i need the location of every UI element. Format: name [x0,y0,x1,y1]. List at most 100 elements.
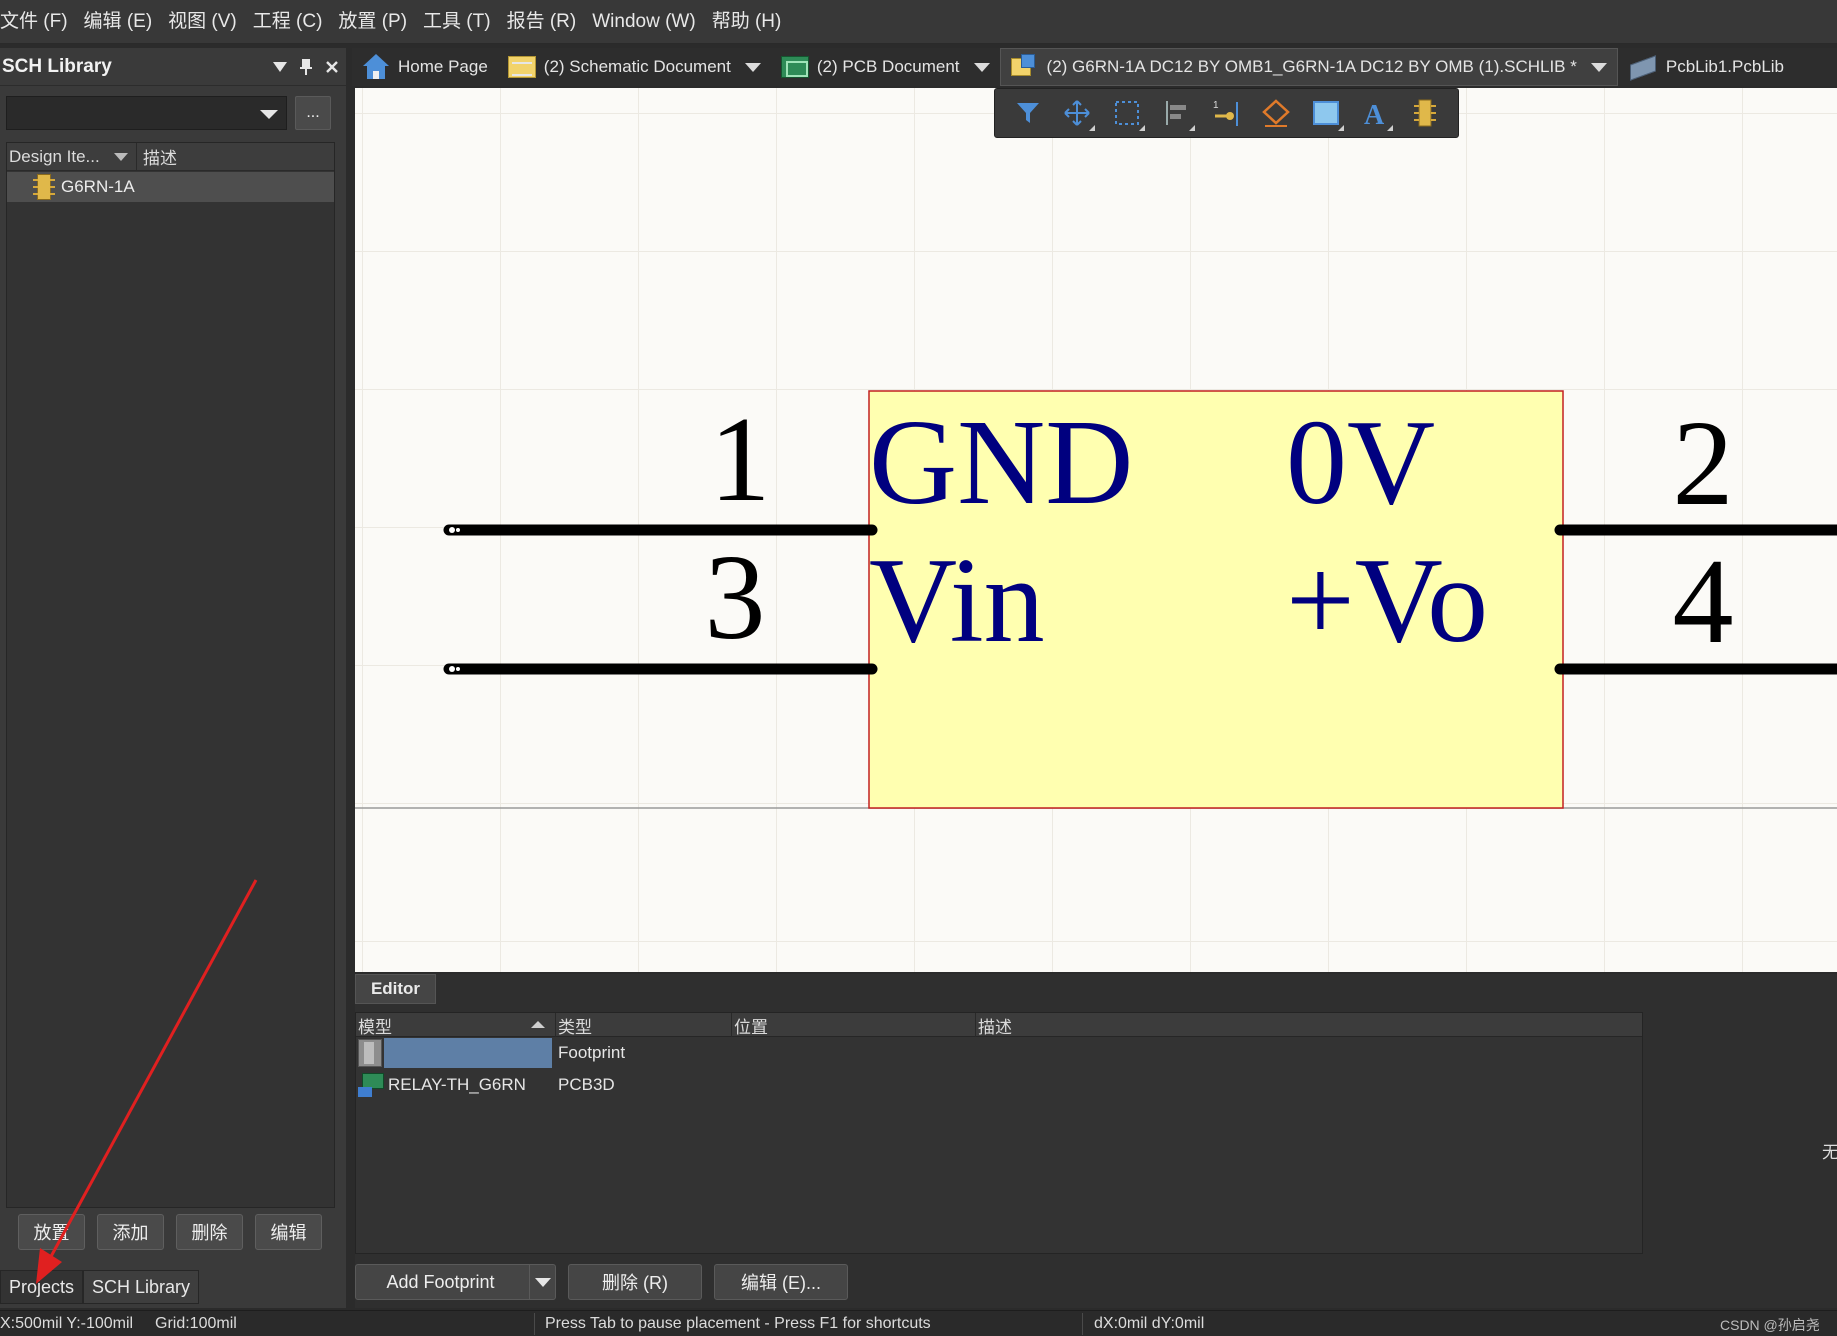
model-type-cell: PCB3D [558,1075,615,1094]
model-name-cell[interactable] [384,1038,552,1068]
svg-text:A: A [1364,100,1385,128]
model-type-cell: Footprint [558,1043,626,1062]
menu-project[interactable]: 工程 (C) [245,0,331,44]
schematic-canvas[interactable]: 1 3 2 4 GND Vin 0V +Vo [355,88,1837,972]
library-filter-select[interactable] [6,96,287,130]
table-row[interactable]: RELAY-TH_G6RN PCB3D [356,1069,1642,1101]
pin-place-icon[interactable]: 1 [1206,93,1246,133]
polygon-icon[interactable] [1256,93,1296,133]
panel-header: SCH Library [0,48,346,86]
part-icon[interactable] [1405,93,1445,133]
edit-model-button[interactable]: 编辑 (E)... [714,1264,848,1300]
column-location[interactable]: 位置 [732,1013,976,1037]
tab-schematic-document[interactable]: (2) Schematic Document [498,48,771,86]
editor-panel: Editor 模型 类型 位置 描述 Footprint RELAY-TH_G6… [355,974,1837,1308]
tab-pcb-label: (2) PCB Document [816,57,960,76]
filter-icon[interactable] [1008,93,1048,133]
sort-ascending-icon [531,1021,545,1028]
table-row[interactable]: Footprint [356,1037,1642,1069]
svg-text:1: 1 [1213,100,1219,111]
tab-schlib-document[interactable]: (2) G6RN-1A DC12 BY OMB1_G6RN-1A DC12 BY… [999,48,1618,86]
pin-4-name: +Vo [1286,533,1488,668]
list-header: Design Ite... 描述 [7,142,334,171]
column-description[interactable]: 描述 [137,144,177,169]
browse-button[interactable]: ... [295,96,331,130]
component-icon [33,174,55,200]
list-item[interactable]: G6RN-1A [7,172,334,202]
side-label: 无 [1822,1143,1837,1162]
tab-pcblib[interactable]: PcbLib1.PcbLib [1618,48,1794,86]
column-type[interactable]: 类型 [556,1013,732,1037]
tab-home-page[interactable]: Home Page [352,48,498,86]
chevron-down-icon[interactable] [529,1265,555,1299]
add-footprint-label: Add Footprint [386,1271,495,1292]
add-footprint-button[interactable]: Add Footprint [355,1264,556,1300]
menu-edit[interactable]: 编辑 (E) [76,0,161,44]
move-icon[interactable] [1057,93,1097,133]
close-icon[interactable] [320,55,344,79]
pin-4-number: 4 [1673,534,1734,669]
table-header: 模型 类型 位置 描述 [356,1013,1642,1037]
schematic-icon [507,56,536,78]
status-delta: dX:0mil dY:0mil [1094,1315,1205,1332]
panel-title: SCH Library [2,55,112,77]
pin-1-number: 1 [710,392,771,527]
status-message: Press Tab to pause placement - Press F1 … [545,1315,931,1332]
model-name-cell: RELAY-TH_G6RN [388,1075,526,1094]
select-icon[interactable] [1107,93,1147,133]
menu-tools[interactable]: 工具 (T) [415,0,499,44]
menubar: 文件 (F) 编辑 (E) 视图 (V) 工程 (C) 放置 (P) 工具 (T… [0,0,1837,44]
menu-help[interactable]: 帮助 (H) [704,0,790,44]
align-icon[interactable] [1157,93,1197,133]
pcb3d-icon [358,1073,386,1097]
document-tabs: Home Page (2) Schematic Document (2) PCB… [352,48,1837,86]
footprint-icon [358,1039,382,1067]
add-button[interactable]: 添加 [97,1214,164,1250]
menu-place[interactable]: 放置 (P) [330,0,415,44]
chevron-down-icon [260,110,278,119]
active-bar-toolbar: 1 A [994,88,1459,138]
status-bar: X:500mil Y:-100mil Grid:100mil Press Tab… [0,1310,1837,1336]
home-icon [362,53,390,81]
edit-button[interactable]: 编辑 [255,1214,322,1250]
text-icon[interactable]: A [1355,93,1395,133]
status-coords: X:500mil Y:-100mil [0,1315,134,1332]
place-button[interactable]: 放置 [18,1214,85,1250]
tab-pcblib-label: PcbLib1.PcbLib [1665,57,1785,76]
pin-icon[interactable] [294,55,318,79]
pin-3-number: 3 [705,530,766,665]
menu-file[interactable]: 文件 (F) [0,0,76,44]
tab-projects[interactable]: Projects [0,1270,84,1304]
column-design-item[interactable]: Design Ite... [7,142,137,171]
pin-1-name: GND [869,395,1133,530]
menu-window[interactable]: Window (W) [584,0,703,44]
list-item-label: G6RN-1A [61,177,135,196]
pin-3-name: Vin [869,533,1045,668]
sort-dropdown-icon [114,152,128,161]
tab-schlib-label: (2) G6RN-1A DC12 BY OMB1_G6RN-1A DC12 BY… [1046,57,1577,76]
tab-editor[interactable]: Editor [355,974,436,1004]
tab-schematic-label: (2) Schematic Document [543,57,731,76]
column-design-item-label: Design Ite... [9,146,100,166]
panel-menu-icon[interactable] [268,55,292,79]
pcblib-icon [1628,54,1658,81]
schlib-icon [1010,54,1039,80]
chevron-down-icon[interactable] [744,62,761,72]
rectangle-icon[interactable] [1306,93,1346,133]
menu-reports[interactable]: 报告 (R) [499,0,585,44]
pin-2-name: 0V [1286,395,1435,530]
models-table: 模型 类型 位置 描述 Footprint RELAY-TH_G6RN PCB3… [355,1012,1643,1254]
column-model[interactable]: 模型 [356,1013,556,1037]
column-description[interactable]: 描述 [976,1013,1642,1037]
pcb-icon [780,56,809,78]
column-model-label: 模型 [358,1017,392,1037]
menu-view[interactable]: 视图 (V) [160,0,245,44]
tab-sch-library[interactable]: SCH Library [83,1270,200,1304]
sch-library-panel: SCH Library ... Design Ite... 描述 G6RN-1A… [0,48,346,1308]
chevron-down-icon[interactable] [1590,62,1607,72]
tab-pcb-document[interactable]: (2) PCB Document [771,48,1000,86]
design-items-list: Design Ite... 描述 G6RN-1A [6,142,335,1208]
remove-model-button[interactable]: 删除 (R) [568,1264,702,1300]
chevron-down-icon[interactable] [973,62,990,72]
delete-button[interactable]: 删除 [176,1214,243,1250]
